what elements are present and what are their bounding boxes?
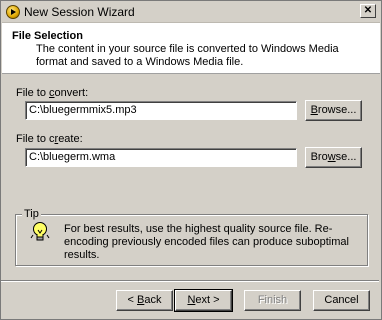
title-bar: New Session Wizard ✕ — [2, 2, 380, 23]
finish-label: Finish — [257, 294, 288, 306]
cancel-button[interactable]: Cancel — [313, 290, 370, 311]
convert-label-post: onvert: — [54, 87, 89, 99]
footer-separator — [1, 280, 379, 282]
create-label: File to create: — [16, 133, 83, 145]
back-label-post: ack — [144, 294, 162, 306]
wizard-header: File Selection The content in your sourc… — [2, 23, 380, 74]
convert-label-pre: File to — [16, 87, 50, 99]
browse-create-button[interactable]: Browse... — [305, 147, 362, 168]
browse-convert-post: rowse... — [317, 104, 357, 116]
back-button[interactable]: < Back — [116, 290, 173, 311]
app-icon — [6, 5, 20, 19]
convert-label: File to convert: — [16, 87, 88, 99]
create-label-post: eate: — [58, 133, 83, 145]
tip-text: For best results, use the highest qualit… — [64, 223, 349, 261]
browse-create-pre: Bro — [310, 151, 328, 163]
page-description: The content in your source file is conve… — [36, 43, 339, 68]
tip-legend: Tip — [22, 208, 41, 220]
browse-convert-button[interactable]: Browse... — [305, 100, 362, 121]
page-title: File Selection — [12, 30, 83, 42]
convert-path-input[interactable]: C:\bluegermmix5.mp3 — [25, 101, 297, 120]
next-label-post: ext > — [195, 294, 220, 306]
browse-create-accel: w — [327, 151, 336, 163]
create-label-pre: File to c — [16, 133, 55, 145]
window-title: New Session Wizard — [24, 5, 135, 19]
close-button[interactable]: ✕ — [360, 4, 376, 18]
browse-convert-accel: B — [310, 104, 318, 116]
browse-create-post: se... — [335, 151, 357, 163]
back-arrow: < — [127, 294, 137, 306]
finish-button[interactable]: Finish — [244, 290, 301, 311]
next-button[interactable]: Next > — [174, 289, 233, 312]
lightbulb-icon — [30, 222, 50, 241]
create-path-input[interactable]: C:\bluegerm.wma — [25, 148, 297, 167]
